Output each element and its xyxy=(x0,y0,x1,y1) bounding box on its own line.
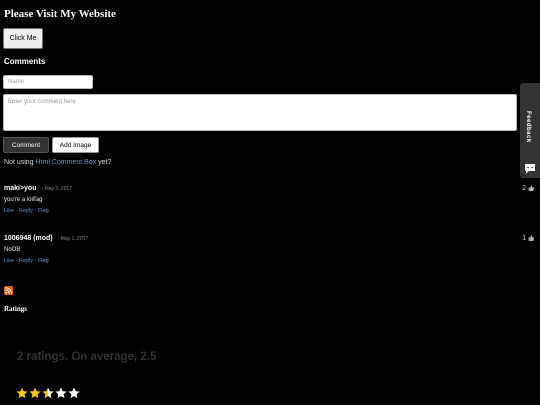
promo-suffix: yet? xyxy=(98,159,112,166)
star-icon[interactable] xyxy=(29,387,41,399)
ratings-summary: 2 ratings. On average, 2.5 xyxy=(17,351,157,363)
feedback-tab[interactable]: Feedback xyxy=(520,83,540,178)
html-comment-box-link[interactable]: Html Comment Box xyxy=(36,159,97,166)
comment-actions: Like · Reply · Flag xyxy=(4,208,49,214)
comment-actions: Like · Reply · Flag xyxy=(4,258,49,264)
thumbs-up-icon[interactable] xyxy=(528,235,534,242)
comment-item: 1006948 (mod) · May 1, 2017 1 NoOB Like … xyxy=(4,235,536,264)
vote-count[interactable]: 2 xyxy=(522,185,534,192)
flag-link[interactable]: Flag xyxy=(38,258,49,264)
comment-text: you're a lolifag xyxy=(4,197,43,203)
comment-textarea[interactable] xyxy=(3,94,517,131)
star-icon[interactable] xyxy=(55,387,67,399)
add-image-button[interactable]: Add Image xyxy=(52,137,99,153)
comments-heading: Comments xyxy=(4,57,46,66)
comment-button[interactable]: Comment xyxy=(3,137,49,153)
ratings-heading: Ratings xyxy=(4,305,27,313)
site-title: Please Visit My Website xyxy=(4,8,116,20)
flag-link[interactable]: Flag xyxy=(38,208,49,214)
feedback-label: Feedback xyxy=(525,111,531,143)
vote-count[interactable]: 1 xyxy=(522,235,534,242)
star-icon[interactable] xyxy=(16,387,28,399)
comment-item: maki>you · May 3, 2017 2 you're a lolifa… xyxy=(4,185,536,214)
comment-text: NoOB xyxy=(4,247,21,253)
comment-date: · May 1, 2017 xyxy=(57,236,89,242)
promo-prefix: Not using xyxy=(4,159,34,166)
reply-link[interactable]: Reply xyxy=(19,258,33,264)
click-me-button[interactable]: Click Me xyxy=(3,28,43,49)
comment-author: 1006948 (mod) xyxy=(4,235,53,242)
like-link[interactable]: Like xyxy=(4,208,14,214)
star-rating[interactable] xyxy=(16,386,81,404)
reply-link[interactable]: Reply xyxy=(19,208,33,214)
comment-date: · May 3, 2017 xyxy=(41,186,73,192)
like-link[interactable]: Like xyxy=(4,258,14,264)
star-icon[interactable] xyxy=(68,387,80,399)
feedback-icon xyxy=(525,164,535,174)
comment-author: maki>you xyxy=(4,185,37,192)
star-icon[interactable] xyxy=(42,387,54,399)
rss-icon[interactable] xyxy=(4,286,13,295)
promo-text: Not using Html Comment Box yet? xyxy=(4,159,111,166)
name-input[interactable] xyxy=(3,75,93,89)
thumbs-up-icon[interactable] xyxy=(528,185,534,192)
